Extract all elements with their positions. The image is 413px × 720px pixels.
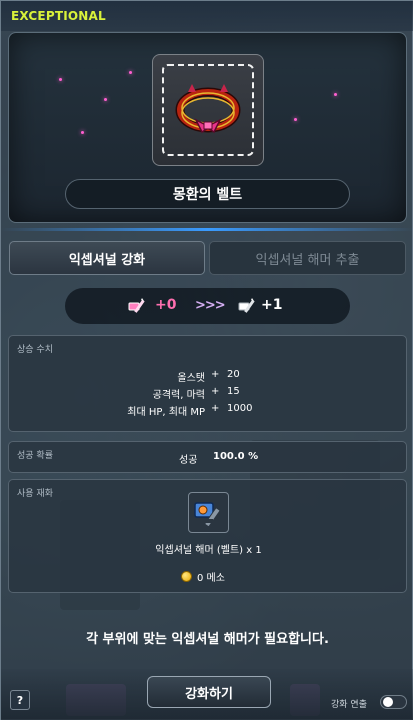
stat-row: 공격력, 마력 + 15 (9, 386, 408, 401)
item-slot-border (162, 64, 254, 156)
stat-value: 15 (227, 386, 240, 397)
sparkle-icon (294, 118, 297, 121)
next-level: +1 (261, 297, 283, 313)
material-section: 사용 재화 익셉셔널 해머 (벨트) x 1 0 메소 (8, 479, 407, 593)
sparkle-icon (104, 98, 107, 101)
tab-exceptional-enhance[interactable]: 익셉셔널 강화 (9, 241, 205, 275)
enhance-button[interactable]: 강화하기 (147, 676, 271, 708)
notice-text: 각 부위에 맞는 익셉셔널 해머가 필요합니다. (86, 632, 329, 647)
stat-name: 올스탯 (177, 373, 205, 384)
stat-row: 최대 HP, 최대 MP + 1000 (9, 403, 408, 418)
hammer-material-icon (194, 502, 221, 528)
item-panel: 몽환의 벨트 (8, 32, 407, 223)
sparkle-icon (59, 78, 62, 81)
divider (1, 228, 413, 231)
item-name: 몽환의 벨트 (65, 179, 350, 209)
stat-increase-section: 상승 수치 올스탯 + 20 공격력, 마력 + 15 최대 HP, 최대 MP… (8, 335, 407, 432)
meso-cost-text: 0 메소 (197, 573, 225, 584)
stat-sign: + (211, 403, 220, 414)
meso-cost: 0 메소 (181, 569, 225, 584)
stat-value: 1000 (227, 403, 253, 414)
grade-label: EXCEPTIONAL (11, 9, 106, 23)
section-title: 상승 수치 (17, 345, 53, 355)
sparkle-icon (81, 131, 84, 134)
sparkle-icon (334, 93, 337, 96)
stat-name: 최대 HP, 최대 MP (127, 407, 205, 418)
stat-row: 올스탯 + 20 (9, 369, 408, 384)
current-level: +0 (155, 297, 177, 313)
success-rate-section: 성공 확률 성공 100.0 % (8, 441, 407, 473)
sparkle-icon (129, 71, 132, 74)
exceptional-hammer-icon (128, 298, 145, 313)
material-slot[interactable] (188, 492, 229, 533)
help-button[interactable]: ? (10, 690, 30, 710)
meso-coin-icon (181, 571, 192, 582)
stat-sign: + (211, 369, 220, 380)
section-title: 사용 재화 (17, 489, 53, 499)
tab-exceptional-hammer-extract[interactable]: 익셉셔널 해머 추출 (209, 241, 406, 275)
toggle-knob (383, 697, 393, 707)
stat-sign: + (211, 386, 220, 397)
belt-icon (175, 84, 241, 134)
exceptional-enhance-window: EXCEPTIONAL 몽환의 벨트 익셉셔널 강화 익셉셔널 해머 추출 +0… (0, 0, 413, 720)
arrow-icon: >>> (195, 298, 226, 313)
effect-toggle-label: 강화 연출 (331, 700, 367, 710)
material-name: 익셉셔널 해머 (벨트) x 1 (155, 545, 262, 556)
level-indicator: +0 >>> +1 (65, 288, 350, 324)
stat-name: 공격력, 마력 (152, 390, 205, 401)
exceptional-hammer-icon (238, 298, 255, 313)
success-rate-value: 100.0 % (213, 451, 259, 462)
section-title: 성공 확률 (17, 451, 53, 461)
success-label: 성공 (179, 455, 198, 466)
title-bar: EXCEPTIONAL (1, 1, 413, 31)
stat-value: 20 (227, 369, 240, 380)
effect-toggle[interactable] (380, 695, 407, 709)
item-slot[interactable] (152, 54, 264, 166)
